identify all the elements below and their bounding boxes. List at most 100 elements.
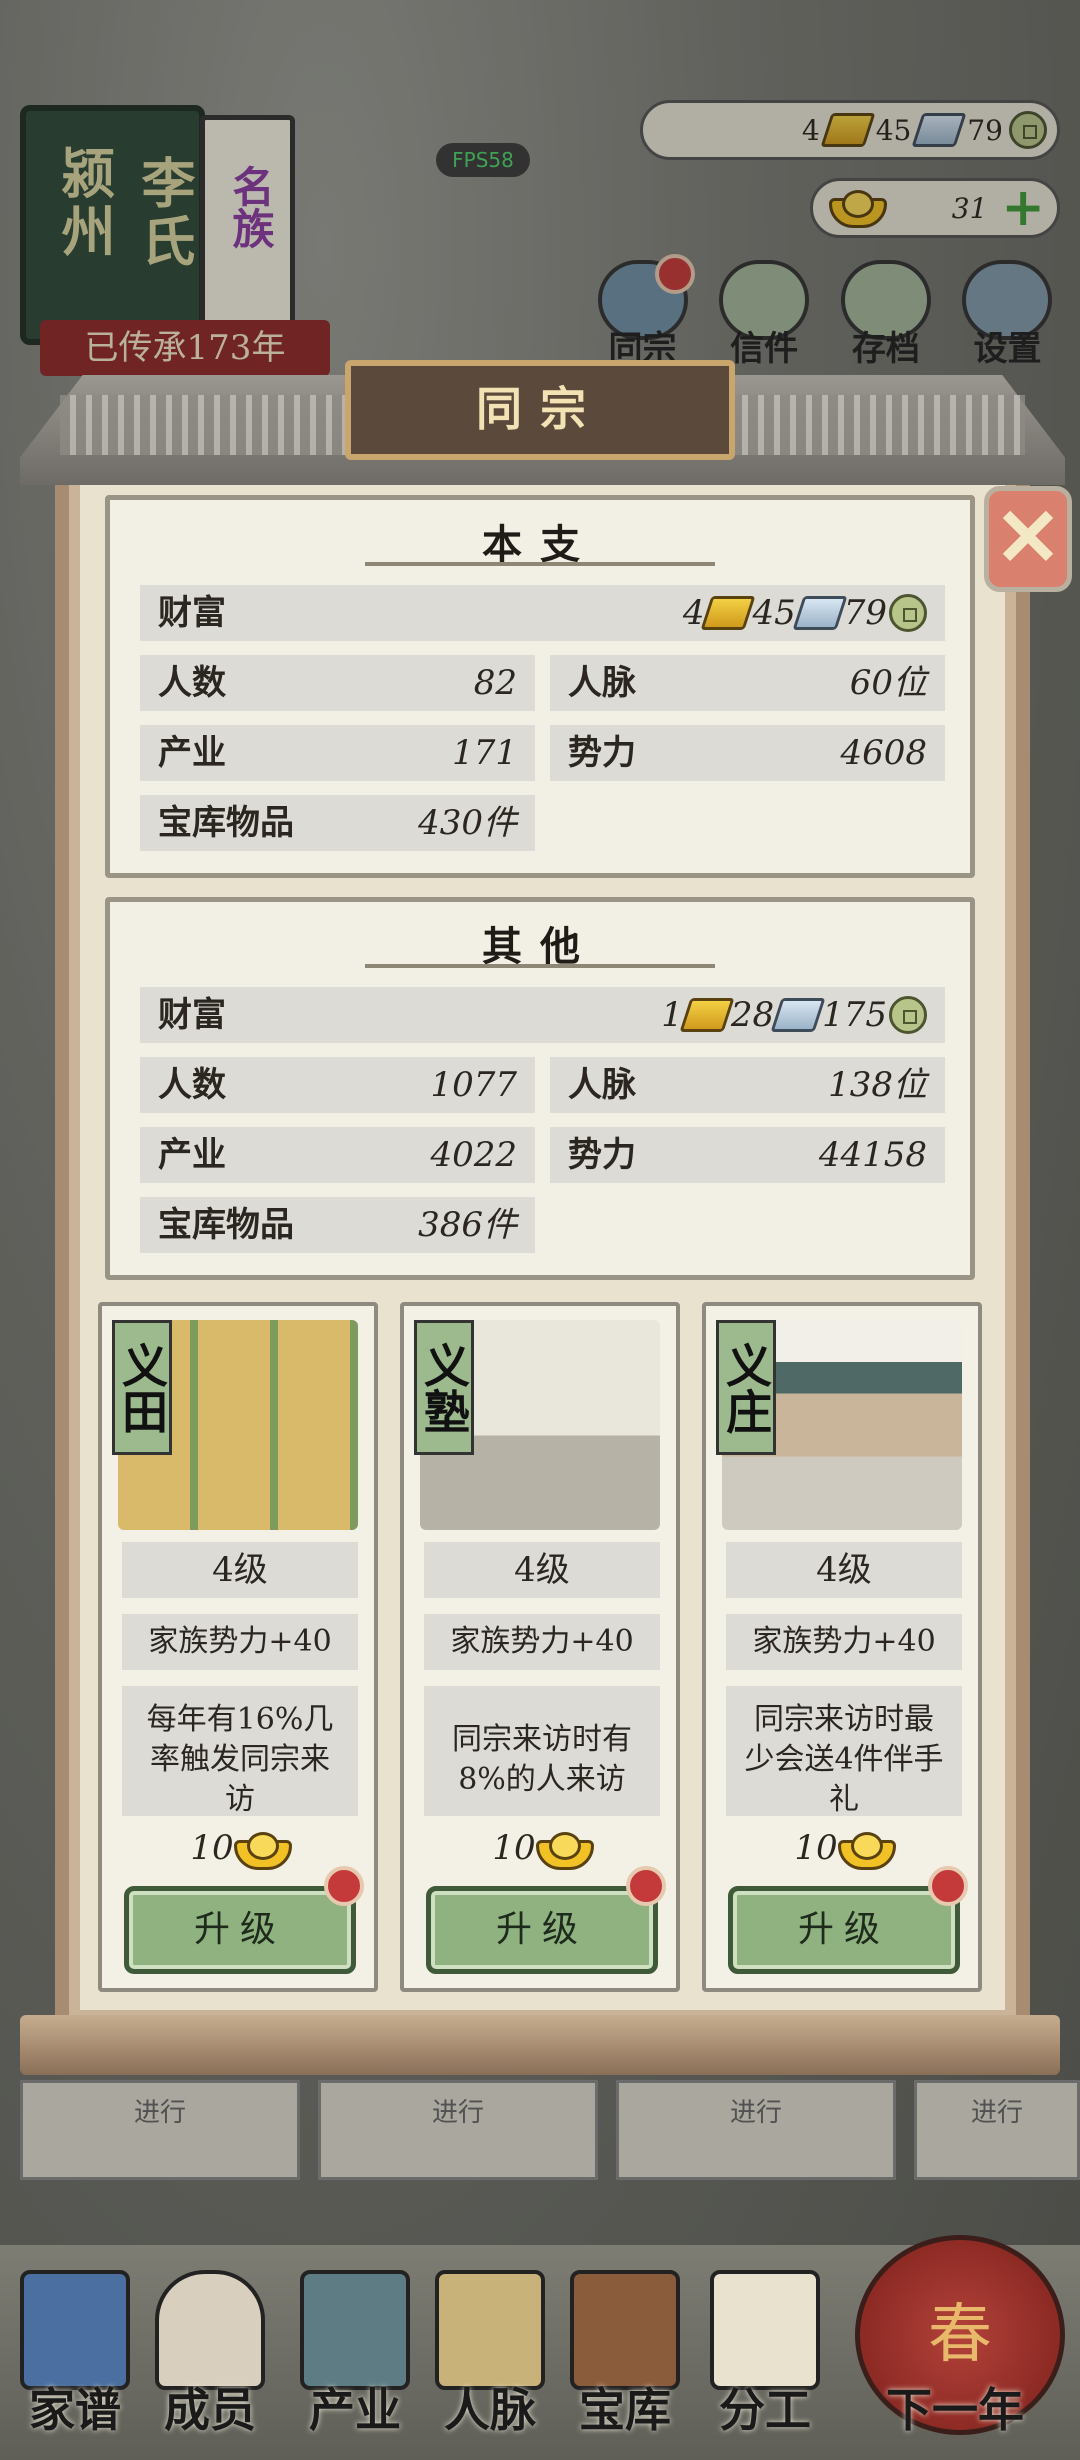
stat-label: 人数 (158, 1065, 226, 1105)
copper-coin-icon (889, 594, 927, 632)
stat-industry: 产业 4022 (140, 1127, 535, 1183)
nav-treasury[interactable]: 宝库 (560, 2270, 690, 2440)
nav-industry[interactable]: 产业 (290, 2270, 420, 2440)
yuanbao-icon (535, 1830, 594, 1870)
stat-value: 44158 (818, 1135, 927, 1175)
yuanbao-icon (233, 1830, 292, 1870)
stat-connections: 人脉 60位 (550, 655, 945, 711)
stat-label: 人脉 (568, 663, 636, 703)
upgrade-cost: 10 (102, 1828, 374, 1870)
copper-amount: 175 (822, 995, 887, 1035)
copper-amount: 79 (843, 593, 887, 633)
title-divider (365, 964, 715, 968)
stat-label: 产业 (158, 733, 226, 773)
modal-base (20, 2015, 1060, 2075)
cost-amount: 10 (794, 1828, 838, 1868)
silver-ingot-icon (792, 596, 848, 630)
building-tag: 义田 (112, 1320, 172, 1455)
cost-amount: 10 (492, 1828, 536, 1868)
own-branch-panel: 本支 财富 4 45 79 人数 82 人脉 60位 产业 171 势力 460… (105, 495, 975, 878)
stat-value: 4022 (430, 1135, 517, 1175)
building-desc: 同宗来访时最少会送4件伴手礼 (726, 1686, 962, 1817)
title-divider (365, 562, 715, 566)
stat-influence: 势力 4608 (550, 725, 945, 781)
stat-value: 386件 (418, 1205, 517, 1245)
nav-next-year[interactable]: 下一年 (850, 2270, 1060, 2440)
stat-population: 人数 82 (140, 655, 535, 711)
cost-amount: 10 (190, 1828, 234, 1868)
nav-genealogy[interactable]: 家谱 (10, 2270, 140, 2440)
building-bonus: 家族势力+40 (424, 1614, 660, 1670)
stat-treasury: 宝库物品 430件 (140, 795, 535, 851)
stat-connections: 人脉 138位 (550, 1057, 945, 1113)
nav-label: 分工 (719, 2383, 811, 2437)
nav-label: 下一年 (886, 2383, 1024, 2437)
wealth-row: 财富 1 28 175 (140, 987, 945, 1043)
stat-population: 人数 1077 (140, 1057, 535, 1113)
stat-value: 60位 (849, 663, 927, 703)
building-level: 4级 (726, 1542, 962, 1598)
nav-label: 家谱 (29, 2383, 121, 2437)
upgrade-cost: 10 (706, 1828, 978, 1870)
upgrade-button[interactable]: 升级 (426, 1886, 658, 1974)
building-card-fields: 义田 4级 家族势力+40 每年有16%几率触发同宗来访 10 升级 (98, 1302, 378, 1992)
stat-label: 宝库物品 (158, 1205, 294, 1245)
stat-value: 430件 (418, 803, 517, 843)
stat-industry: 产业 171 (140, 725, 535, 781)
building-level: 4级 (122, 1542, 358, 1598)
copper-coin-icon (889, 996, 927, 1034)
stat-value: 138位 (828, 1065, 927, 1105)
scroll-icon (710, 2270, 820, 2390)
stat-value: 82 (473, 663, 517, 703)
stat-influence: 势力 44158 (550, 1127, 945, 1183)
stat-treasury: 宝库物品 386件 (140, 1197, 535, 1253)
close-icon: ✕ (994, 490, 1062, 584)
nav-assignments[interactable]: 分工 (700, 2270, 830, 2440)
wealth-row: 财富 4 45 79 (140, 585, 945, 641)
stat-label: 宝库物品 (158, 803, 294, 843)
stat-label: 人数 (158, 663, 226, 703)
nav-label: 宝库 (579, 2383, 671, 2437)
gold-ingot-icon (679, 998, 735, 1032)
building-bonus: 家族势力+40 (122, 1614, 358, 1670)
notification-dot (626, 1866, 666, 1906)
building-tag: 义塾 (414, 1320, 474, 1455)
wealth-label: 财富 (158, 995, 226, 1035)
stat-value: 4608 (840, 733, 927, 773)
building-card-school: 义塾 4级 家族势力+40 同宗来访时有8%的人来访 10 升级 (400, 1302, 680, 1992)
wealth-label: 财富 (158, 593, 226, 633)
building-icon (300, 2270, 410, 2390)
building-card-manor: 义庄 4级 家族势力+40 同宗来访时最少会送4件伴手礼 10 升级 (702, 1302, 982, 1992)
gold-amount: 1 (661, 995, 683, 1035)
building-tag: 义庄 (716, 1320, 776, 1455)
wealth-value: 1 28 175 (661, 987, 927, 1043)
yuanbao-icon (837, 1830, 896, 1870)
stat-value: 1077 (430, 1065, 517, 1105)
close-button[interactable]: ✕ (984, 486, 1072, 592)
upgrade-cost: 10 (404, 1828, 676, 1870)
stat-label: 人脉 (568, 1065, 636, 1105)
building-desc: 每年有16%几率触发同宗来访 (122, 1686, 358, 1817)
stat-label: 产业 (158, 1135, 226, 1175)
stat-value: 171 (452, 733, 517, 773)
network-icon (435, 2270, 545, 2390)
member-portrait-icon (155, 2270, 265, 2390)
nav-label: 产业 (309, 2383, 401, 2437)
genealogy-book-icon (20, 2270, 130, 2390)
upgrade-button[interactable]: 升级 (124, 1886, 356, 1974)
silver-amount: 45 (752, 593, 796, 633)
nav-members[interactable]: 成员 (145, 2270, 275, 2440)
building-level: 4级 (424, 1542, 660, 1598)
stat-label: 势力 (568, 733, 636, 773)
treasure-chest-icon (570, 2270, 680, 2390)
silver-amount: 28 (730, 995, 775, 1035)
nav-connections[interactable]: 人脉 (425, 2270, 555, 2440)
building-desc: 同宗来访时有8%的人来访 (424, 1686, 660, 1816)
notification-dot (324, 1866, 364, 1906)
upgrade-button[interactable]: 升级 (728, 1886, 960, 1974)
wealth-value: 4 45 79 (683, 585, 927, 641)
modal-title: 同宗 (345, 360, 735, 460)
stat-label: 势力 (568, 1135, 636, 1175)
building-bonus: 家族势力+40 (726, 1614, 962, 1670)
other-branch-panel: 其他 财富 1 28 175 人数 1077 人脉 138位 产业 4022 势… (105, 897, 975, 1280)
